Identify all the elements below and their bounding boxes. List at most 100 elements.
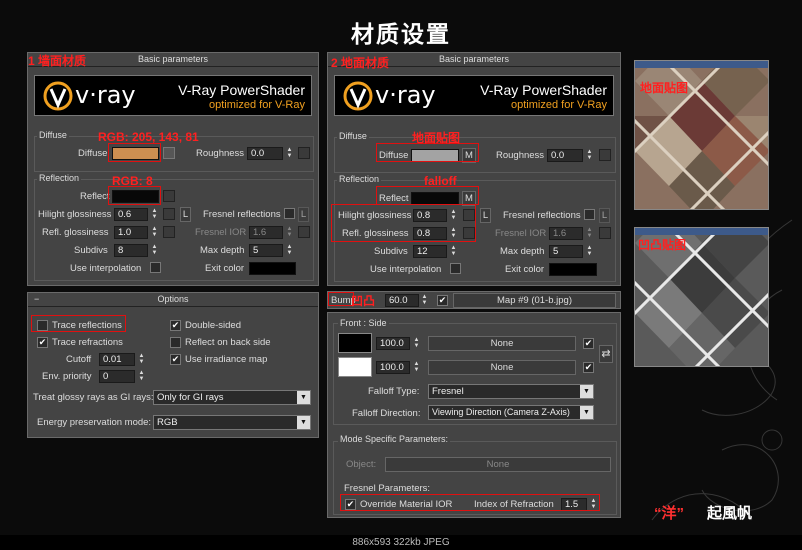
right-use-interp-checkbox[interactable] (450, 263, 461, 274)
annotation-floor-material: 2 地面材质 (331, 56, 390, 70)
options-rollout: − Options Trace reflections ✔ Trace refr… (27, 292, 319, 438)
reflect-on-back-checkbox[interactable] (170, 337, 181, 348)
left-subdivs-label: Subdivs (74, 245, 108, 256)
vray-mark-icon (43, 81, 73, 111)
highlight-floor-reflect (376, 186, 479, 205)
front-map-checkbox[interactable]: ✔ (583, 338, 594, 349)
left-logo-brand: v·ray (75, 81, 136, 109)
annotation-floor-texture: 地面贴图 (412, 131, 461, 145)
bump-checkbox[interactable]: ✔ (437, 295, 448, 306)
left-hilight-map-button[interactable] (163, 208, 175, 220)
highlight-diffuse-swatch (108, 143, 161, 162)
right-roughness-spinner[interactable]: 0.0 (547, 149, 583, 162)
reflect-on-back-label: Reflect on back side (185, 337, 271, 348)
object-pick-button[interactable]: None (385, 457, 611, 472)
energy-preservation-value: RGB (157, 417, 178, 428)
front-amount-arrows[interactable]: ▲ ▼ (412, 337, 421, 350)
front-color-swatch[interactable] (338, 333, 372, 353)
options-rollout-title: Options (157, 294, 189, 304)
treat-glossy-value: Only for GI rays (157, 392, 224, 403)
right-subdivs-arrows[interactable]: ▲ ▼ (449, 245, 458, 258)
right-roughness-map-button[interactable] (599, 149, 611, 161)
left-max-depth-arrows[interactable]: ▲ ▼ (285, 244, 294, 257)
bump-map-button[interactable]: Map #9 (01-b.jpg) (453, 293, 616, 308)
right-fresnel-ior-map-button[interactable] (599, 227, 611, 239)
cutoff-spinner[interactable]: 0.01 (99, 353, 135, 366)
cutoff-arrows[interactable]: ▲ ▼ (137, 353, 146, 366)
annotation-bump: 凹凸 (351, 294, 376, 308)
right-reflection-group-label: Reflection (337, 174, 382, 184)
right-max-depth-arrows[interactable]: ▲ ▼ (585, 245, 594, 258)
left-roughness-spinner[interactable]: 0.0 (247, 147, 283, 160)
right-fresnel-checkbox[interactable] (584, 209, 595, 220)
left-hilight-arrows[interactable]: ▲ ▼ (150, 208, 159, 221)
side-amount-arrows[interactable]: ▲ ▼ (412, 361, 421, 374)
right-max-depth-spinner[interactable]: 5 (549, 245, 583, 258)
left-diffuse-map-button[interactable] (163, 147, 175, 159)
front-map-button[interactable]: None (428, 336, 576, 351)
right-basic-parameters-rollout: Basic parameters v·ray V-Ray PowerShader… (327, 52, 621, 286)
left-fresnel-ior-arrows[interactable]: ▲ ▼ (285, 226, 294, 239)
falloff-direction-value: Viewing Direction (Camera Z-Axis) (432, 407, 570, 417)
left-refl-gloss-map-button[interactable] (163, 226, 175, 238)
left-refl-gloss-arrows[interactable]: ▲ ▼ (150, 226, 159, 239)
treat-glossy-dropdown[interactable]: Only for GI rays ▼ (153, 390, 311, 405)
side-color-swatch[interactable] (338, 357, 372, 377)
trace-refractions-label: Trace refractions (52, 337, 123, 348)
env-priority-spinner[interactable]: 0 (99, 370, 135, 383)
side-amount-spinner[interactable]: 100.0 (376, 361, 410, 374)
right-subdivs-spinner[interactable]: 12 (413, 245, 447, 258)
right-exit-color-swatch[interactable] (549, 263, 597, 276)
right-fresnel-ior-arrows[interactable]: ▲ ▼ (585, 227, 594, 240)
left-refl-gloss-spinner[interactable]: 1.0 (114, 226, 148, 239)
swap-colors-icon[interactable]: ⇄ (599, 345, 613, 363)
left-roughness-arrows[interactable]: ▲ ▼ (285, 147, 294, 160)
left-roughness-map-button[interactable] (298, 147, 310, 159)
annotation-rgb-diffuse: RGB: 205, 143, 81 (98, 130, 199, 144)
left-fresnel-checkbox[interactable] (284, 208, 295, 219)
env-priority-arrows[interactable]: ▲ ▼ (137, 370, 146, 383)
left-hilight-spinner[interactable]: 0.6 (114, 208, 148, 221)
double-sided-checkbox[interactable]: ✔ (170, 320, 181, 331)
options-rollout-header[interactable]: − Options (28, 293, 318, 307)
brand-name: 起風帆 (707, 505, 753, 522)
annotation-floor-map-photo: 地面贴图 (640, 81, 689, 95)
right-diffuse-group-label: Diffuse (337, 131, 369, 141)
left-reflection-group-label: Reflection (37, 173, 82, 183)
left-fresnel-ior-spinner[interactable]: 1.6 (249, 226, 283, 239)
use-irradiance-checkbox[interactable]: ✔ (170, 354, 181, 365)
left-fresnel-l-button[interactable]: L (298, 207, 309, 222)
left-subdivs-arrows[interactable]: ▲ ▼ (150, 244, 159, 257)
left-refl-gloss-label: Refl. glossiness (42, 227, 109, 238)
left-use-interp-checkbox[interactable] (150, 262, 161, 273)
left-fresnel-label: Fresnel reflections (203, 209, 281, 220)
right-vray-logo: v·ray V-Ray PowerShader optimized for V-… (334, 75, 614, 116)
side-map-button[interactable]: None (428, 360, 576, 375)
options-collapse-symbol[interactable]: − (34, 293, 39, 306)
trace-refractions-checkbox[interactable]: ✔ (37, 337, 48, 348)
left-exit-color-swatch[interactable] (249, 262, 296, 275)
left-exit-color-label: Exit color (205, 263, 245, 274)
left-lock-l-button[interactable]: L (180, 207, 191, 222)
left-reflect-map-button[interactable] (163, 190, 175, 202)
left-fresnel-ior-map-button[interactable] (298, 226, 310, 238)
left-max-depth-spinner[interactable]: 5 (249, 244, 283, 257)
energy-preservation-dropdown[interactable]: RGB ▼ (153, 415, 311, 430)
chevron-down-icon: ▼ (297, 416, 310, 429)
front-amount-spinner[interactable]: 100.0 (376, 337, 410, 350)
env-priority-label: Env. priority (42, 371, 92, 382)
bump-arrows[interactable]: ▲ ▼ (420, 294, 429, 307)
bump-spinner[interactable]: 60.0 (385, 294, 419, 307)
left-subdivs-spinner[interactable]: 8 (114, 244, 148, 257)
right-roughness-arrows[interactable]: ▲ ▼ (585, 149, 594, 162)
fresnel-params-label: Fresnel Parameters: (344, 483, 431, 494)
highlight-floor-gloss (331, 204, 476, 242)
vray-mark-icon (343, 81, 373, 111)
use-irradiance-label: Use irradiance map (185, 354, 268, 365)
right-fresnel-l-button[interactable]: L (599, 208, 610, 223)
falloff-direction-dropdown[interactable]: Viewing Direction (Camera Z-Axis) ▼ (428, 405, 594, 420)
right-fresnel-ior-spinner[interactable]: 1.6 (549, 227, 583, 240)
falloff-type-dropdown[interactable]: Fresnel ▼ (428, 384, 594, 399)
right-lock-l-button[interactable]: L (480, 208, 491, 223)
side-map-checkbox[interactable]: ✔ (583, 362, 594, 373)
